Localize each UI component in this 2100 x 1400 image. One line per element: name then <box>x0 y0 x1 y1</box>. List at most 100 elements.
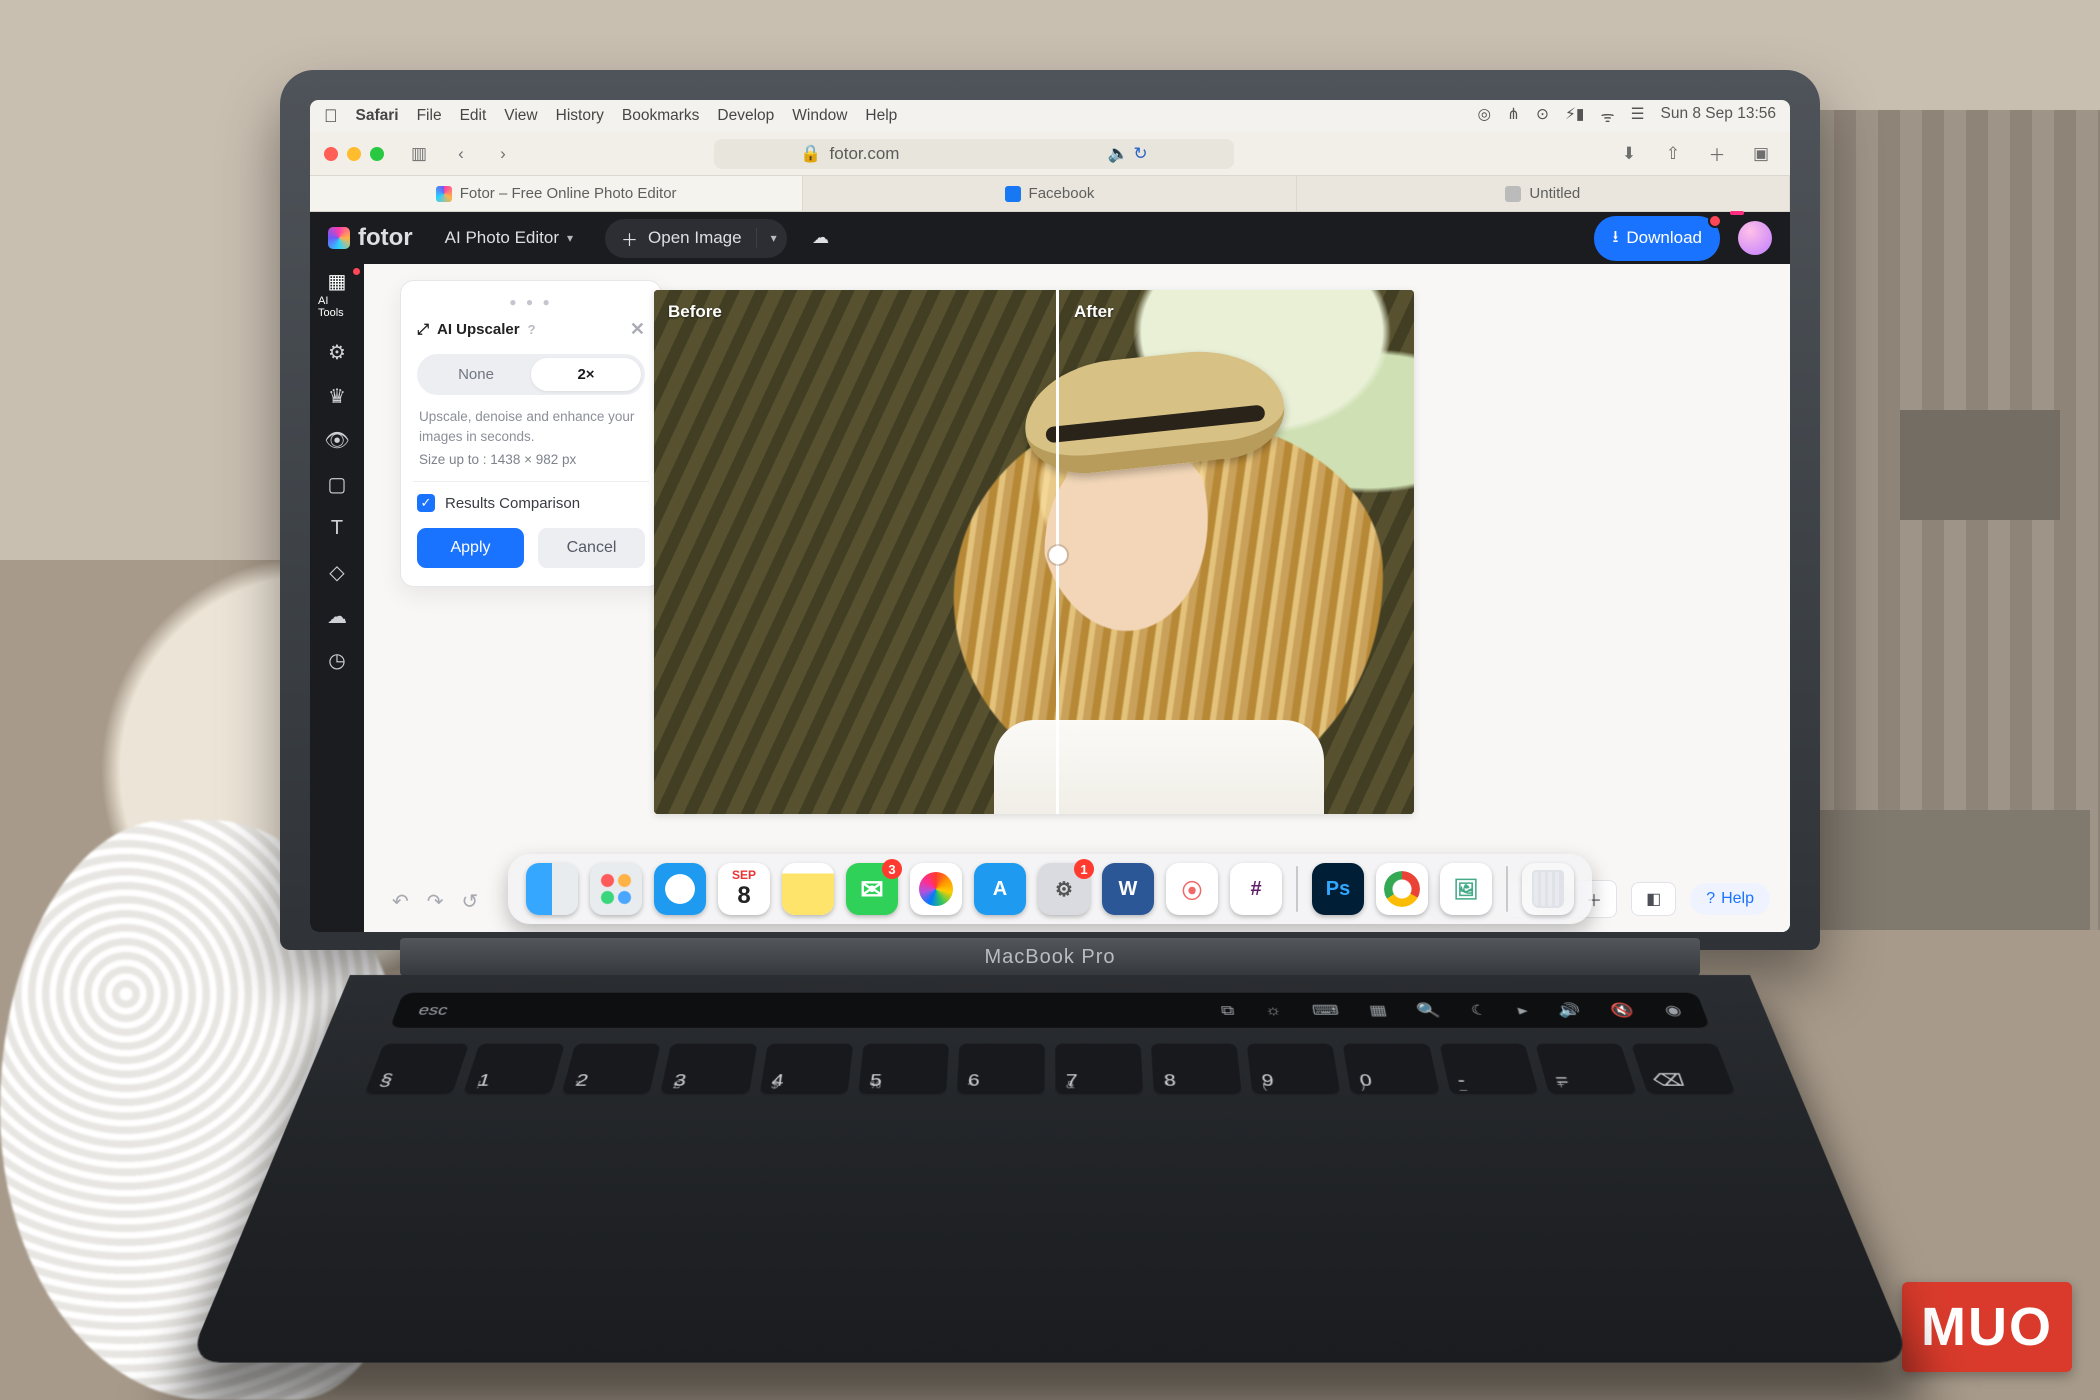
dock-launchpad[interactable] <box>590 863 642 915</box>
window-close-button[interactable] <box>324 147 338 161</box>
scale-option-2x[interactable]: 2× <box>531 358 641 391</box>
touch-bar[interactable]: esc ⧉ ☼ ⌨ ▦ 🔍 ☾ ▸ 🔊 🔇 ◉ <box>390 993 1710 1028</box>
reset-button[interactable]: ↺ <box>462 889 479 914</box>
apply-button[interactable]: Apply <box>417 528 524 568</box>
active-app-name[interactable]: Safari <box>356 107 399 125</box>
comparison-slider-handle[interactable] <box>1049 546 1067 564</box>
menu-help[interactable]: Help <box>865 107 897 125</box>
cloud-sync-button[interactable]: ☁︎ <box>807 224 835 252</box>
key-4[interactable]: $4 <box>759 1044 853 1096</box>
dock-photoshop[interactable]: Ps <box>1312 863 1364 915</box>
open-image-button[interactable]: ＋ Open Image ▾ <box>605 219 787 258</box>
rail-eye[interactable]: 👁 <box>318 429 356 451</box>
menu-edit[interactable]: Edit <box>460 107 487 125</box>
panel-close-button[interactable]: ✕ <box>630 319 645 340</box>
rail-adjust[interactable]: ⚙ <box>318 341 356 363</box>
results-comparison-row[interactable]: ✓ Results Comparison <box>417 494 645 512</box>
rail-text[interactable]: T <box>318 517 356 539</box>
info-icon[interactable]: ? <box>528 322 536 337</box>
key-7[interactable]: &7 <box>1055 1044 1143 1096</box>
dock-photos[interactable] <box>910 863 962 915</box>
key-8[interactable]: *8 <box>1151 1044 1242 1096</box>
key-⌫[interactable]: ⌫ <box>1631 1044 1737 1096</box>
tab-overview-button[interactable]: ▣ <box>1746 140 1776 168</box>
touchbar-search-icon[interactable]: 🔍 <box>1416 1002 1442 1018</box>
downloads-button[interactable]: ⬇︎ <box>1614 140 1644 168</box>
key-2[interactable]: "2 <box>561 1044 661 1096</box>
chevron-down-icon[interactable]: ▾ <box>771 231 777 245</box>
touchbar-mute-icon[interactable]: 🔇 <box>1609 1002 1637 1018</box>
dock-appstore[interactable]: A <box>974 863 1026 915</box>
key-§[interactable]: § <box>364 1044 470 1096</box>
reader-audio-icon[interactable]: 🔈 ↻ <box>1107 144 1147 164</box>
rail-ai-tools[interactable]: ▦ AI Tools <box>318 270 356 319</box>
dock-chrome[interactable] <box>1376 863 1428 915</box>
fotor-logo[interactable]: fotor <box>328 224 413 252</box>
key-0[interactable]: )0 <box>1343 1044 1440 1096</box>
rail-beauty[interactable]: ♛ <box>318 385 356 407</box>
status-control-center-icon[interactable]: ☰ <box>1631 105 1645 127</box>
menu-view[interactable]: View <box>504 107 537 125</box>
key-6[interactable]: ^6 <box>957 1044 1045 1096</box>
dock-settings[interactable]: ⚙︎ 1 <box>1038 863 1090 915</box>
status-record-icon[interactable]: ⊙ <box>1536 105 1549 127</box>
download-button[interactable]: ⭳ Download <box>1594 216 1720 261</box>
cancel-button[interactable]: Cancel <box>538 528 645 568</box>
key-=[interactable]: += <box>1535 1044 1638 1096</box>
dock-word[interactable]: W <box>1102 863 1154 915</box>
touchbar-keyboard-light-icon[interactable]: ⌨ <box>1311 1002 1340 1018</box>
dock-finder[interactable] <box>526 863 578 915</box>
rail-cloud[interactable]: ☁ <box>318 605 356 627</box>
window-fullscreen-button[interactable] <box>370 147 384 161</box>
touchbar-esc[interactable]: esc <box>416 1002 450 1018</box>
touchbar-siri-icon[interactable]: ◉ <box>1662 1002 1684 1018</box>
redo-button[interactable]: ↷ <box>427 889 444 914</box>
window-minimize-button[interactable] <box>347 147 361 161</box>
rail-history[interactable]: ◷ <box>318 649 356 671</box>
panel-drag-handle[interactable]: ● ● ● <box>417 295 645 309</box>
new-tab-button[interactable]: ＋ <box>1702 140 1732 168</box>
help-button[interactable]: ? Help <box>1690 883 1770 915</box>
key-5[interactable]: %5 <box>858 1044 949 1096</box>
dock-asana[interactable]: ⦿ <box>1166 863 1218 915</box>
touchbar-mission-icon[interactable]: ▦ <box>1368 1002 1388 1018</box>
checkbox-checked-icon[interactable]: ✓ <box>417 494 435 512</box>
image-canvas[interactable]: Before After <box>654 290 1414 814</box>
rail-elements[interactable]: ◇ <box>318 561 356 583</box>
status-battery-icon[interactable]: ⚡︎▮ <box>1565 105 1584 127</box>
menu-bookmarks[interactable]: Bookmarks <box>622 107 700 125</box>
rail-frame[interactable]: ▢ <box>318 473 356 495</box>
tab-facebook[interactable]: Facebook <box>803 176 1296 211</box>
undo-button[interactable]: ↶ <box>392 889 409 914</box>
menu-file[interactable]: File <box>417 107 442 125</box>
share-button[interactable]: ⇧ <box>1658 140 1688 168</box>
touchbar-dnd-icon[interactable]: ☾ <box>1469 1002 1490 1018</box>
scale-option-none[interactable]: None <box>421 358 531 391</box>
address-bar[interactable]: 🔒 fotor.com 🔈 ↻ <box>714 139 1234 169</box>
dock-safari[interactable] <box>654 863 706 915</box>
menu-window[interactable]: Window <box>792 107 847 125</box>
status-wifi-icon[interactable]: ᯤ <box>1600 105 1614 127</box>
user-avatar[interactable] <box>1738 221 1772 255</box>
dock-notes[interactable] <box>782 863 834 915</box>
status-clock[interactable]: Sun 8 Sep 13:56 <box>1661 105 1777 127</box>
tab-untitled[interactable]: Untitled <box>1297 176 1790 211</box>
key--[interactable]: _- <box>1439 1044 1539 1096</box>
dock-trash[interactable] <box>1522 863 1574 915</box>
menu-develop[interactable]: Develop <box>717 107 774 125</box>
touchbar-volume-icon[interactable]: 🔊 <box>1556 1002 1584 1018</box>
dock-calendar[interactable]: SEP 8 <box>718 863 770 915</box>
key-3[interactable]: £3 <box>660 1044 757 1096</box>
sidebar-toggle-button[interactable]: ▥ <box>404 140 434 168</box>
touchbar-brightness-icon[interactable]: ☼ <box>1264 1002 1283 1018</box>
touchbar-screenshot-icon[interactable]: ⧉ <box>1220 1002 1235 1018</box>
status-share-icon[interactable]: ⋔ <box>1507 105 1520 127</box>
nav-forward-button[interactable]: › <box>488 140 518 168</box>
editor-mode-dropdown[interactable]: AI Photo Editor ▾ <box>433 222 585 254</box>
compare-toggle-button[interactable]: ◧ <box>1631 882 1676 916</box>
key-9[interactable]: (9 <box>1247 1044 1341 1096</box>
touchbar-play-icon[interactable]: ▸ <box>1516 1002 1530 1018</box>
dock-messages[interactable]: ✉︎ 3 <box>846 863 898 915</box>
dock-preview[interactable]: 🖼 <box>1440 863 1492 915</box>
apple-menu-icon[interactable]:  <box>324 106 338 127</box>
